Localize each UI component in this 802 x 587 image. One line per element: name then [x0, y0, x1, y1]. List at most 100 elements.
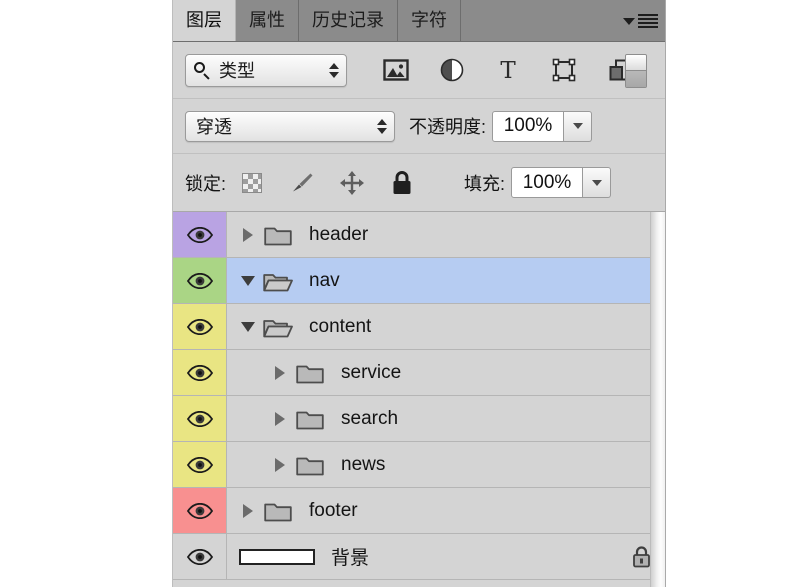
- folder-closed-icon: [295, 454, 325, 476]
- screenshot-root: 图层 属性 历史记录 字符 类型 T 穿透 不透明度: 100% 锁定: 填充:…: [0, 0, 802, 587]
- layer-row[interactable]: service: [173, 350, 665, 396]
- lock-label: 锁定:: [185, 173, 227, 194]
- tab-properties-label: 属性: [249, 10, 285, 30]
- filter-kind-value: 类型: [219, 61, 255, 81]
- folder-open-icon: [263, 316, 293, 338]
- eye-icon: [186, 456, 213, 473]
- eye-icon: [186, 226, 213, 243]
- layer-visibility-toggle[interactable]: [173, 350, 227, 395]
- lock-transparent-pixels-icon[interactable]: [238, 169, 266, 197]
- opacity-control: 100%: [492, 110, 593, 142]
- layer-name: header: [309, 223, 369, 245]
- layer-name: footer: [309, 499, 358, 521]
- blend-mode-dropdown[interactable]: 穿透: [185, 110, 395, 142]
- fill-input[interactable]: 100%: [511, 167, 584, 198]
- fill-control: 100%: [511, 167, 612, 198]
- layer-name: news: [341, 453, 386, 475]
- eye-icon: [186, 410, 213, 427]
- layer-row-body: service: [227, 350, 665, 395]
- layer-row-body: content: [227, 304, 665, 349]
- fill-dropdown-button[interactable]: [583, 167, 612, 198]
- layer-row[interactable]: header: [173, 212, 665, 258]
- eye-icon: [186, 548, 213, 565]
- tab-properties[interactable]: 属性: [236, 0, 299, 41]
- layer-name: nav: [309, 269, 340, 291]
- filter-adjustment-icon[interactable]: [437, 55, 467, 85]
- lock-image-pixels-icon[interactable]: [288, 169, 316, 197]
- collapse-group-icon[interactable]: [237, 275, 259, 286]
- hamburger-icon: [638, 14, 658, 28]
- tab-history[interactable]: 历史记录: [299, 0, 398, 41]
- folder-open-icon: [263, 270, 293, 292]
- layer-visibility-toggle[interactable]: [173, 442, 227, 487]
- layer-name: content: [309, 315, 372, 337]
- filter-kind-stepper[interactable]: [328, 62, 340, 78]
- layer-row[interactable]: content: [173, 304, 665, 350]
- layer-row[interactable]: search: [173, 396, 665, 442]
- eye-icon: [186, 502, 213, 519]
- opacity-dropdown-button[interactable]: [564, 110, 593, 142]
- expand-group-icon[interactable]: [269, 457, 291, 472]
- opacity-label: 不透明度:: [409, 117, 487, 137]
- toggle-knob-bottom: [626, 71, 646, 87]
- layer-visibility-toggle[interactable]: [173, 258, 227, 303]
- opacity-input[interactable]: 100%: [492, 110, 565, 142]
- expand-group-icon[interactable]: [269, 365, 291, 380]
- layer-name: search: [341, 407, 399, 429]
- lock-fill-bar: 锁定: 填充: 100%: [173, 154, 665, 212]
- tab-layers[interactable]: 图层: [173, 0, 236, 41]
- lock-icon-group: [238, 169, 416, 197]
- layer-row[interactable]: nav: [173, 258, 665, 304]
- tab-history-label: 历史记录: [312, 10, 384, 30]
- folder-closed-icon: [295, 408, 325, 430]
- panel-menu-icon[interactable]: [616, 9, 658, 33]
- layer-row[interactable]: footer: [173, 488, 665, 534]
- layer-visibility-toggle[interactable]: [173, 396, 227, 441]
- panel-tab-strip: 图层 属性 历史记录 字符: [173, 0, 665, 42]
- layer-visibility-toggle[interactable]: [173, 488, 227, 533]
- chevron-down-icon: [623, 17, 635, 25]
- filter-shape-icon[interactable]: [549, 55, 579, 85]
- search-icon: [194, 61, 211, 79]
- fill-label: 填充:: [464, 173, 506, 194]
- layer-locked-icon: [631, 545, 651, 569]
- folder-closed-icon: [295, 362, 325, 384]
- svg-text:T: T: [500, 58, 516, 82]
- layer-visibility-toggle[interactable]: [173, 212, 227, 257]
- layer-row[interactable]: 背景: [173, 534, 665, 580]
- layer-list[interactable]: header nav content service search news footer 背…: [173, 212, 665, 587]
- blend-opacity-bar: 穿透 不透明度: 100%: [173, 99, 665, 154]
- chevron-down-icon: [572, 123, 583, 129]
- chevron-down-icon: [591, 179, 602, 186]
- layer-name: service: [341, 361, 402, 383]
- filter-type-icon[interactable]: T: [493, 55, 523, 85]
- layer-list-scrollbar[interactable]: [650, 212, 665, 587]
- expand-group-icon[interactable]: [269, 411, 291, 426]
- layer-thumbnail: [239, 548, 315, 565]
- eye-icon: [186, 272, 213, 289]
- layer-row-body: 背景: [227, 534, 665, 579]
- lock-position-icon[interactable]: [338, 169, 366, 197]
- expand-group-icon[interactable]: [237, 227, 259, 242]
- filter-pixel-icon[interactable]: [381, 55, 411, 85]
- layer-row-body: news: [227, 442, 665, 487]
- layer-row-body: nav: [227, 258, 665, 303]
- layer-row[interactable]: news: [173, 442, 665, 488]
- layer-visibility-toggle[interactable]: [173, 534, 227, 579]
- layer-visibility-toggle[interactable]: [173, 304, 227, 349]
- layers-panel: 图层 属性 历史记录 字符 类型 T 穿透 不透明度: 100% 锁定: 填充:…: [172, 0, 666, 587]
- tab-character-label: 字符: [411, 10, 447, 30]
- filter-enable-toggle[interactable]: [625, 54, 647, 88]
- blend-mode-value: 穿透: [196, 117, 232, 137]
- tab-character[interactable]: 字符: [398, 0, 461, 41]
- lock-all-icon[interactable]: [388, 169, 416, 197]
- expand-group-icon[interactable]: [237, 503, 259, 518]
- eye-icon: [186, 364, 213, 381]
- layer-row-body: header: [227, 212, 665, 257]
- filter-kind-dropdown[interactable]: 类型: [185, 53, 347, 87]
- layer-filter-bar: 类型 T: [173, 42, 665, 99]
- folder-closed-icon: [263, 224, 293, 246]
- collapse-group-icon[interactable]: [237, 321, 259, 332]
- layer-row-body: footer: [227, 488, 665, 533]
- blend-mode-stepper[interactable]: [376, 118, 388, 134]
